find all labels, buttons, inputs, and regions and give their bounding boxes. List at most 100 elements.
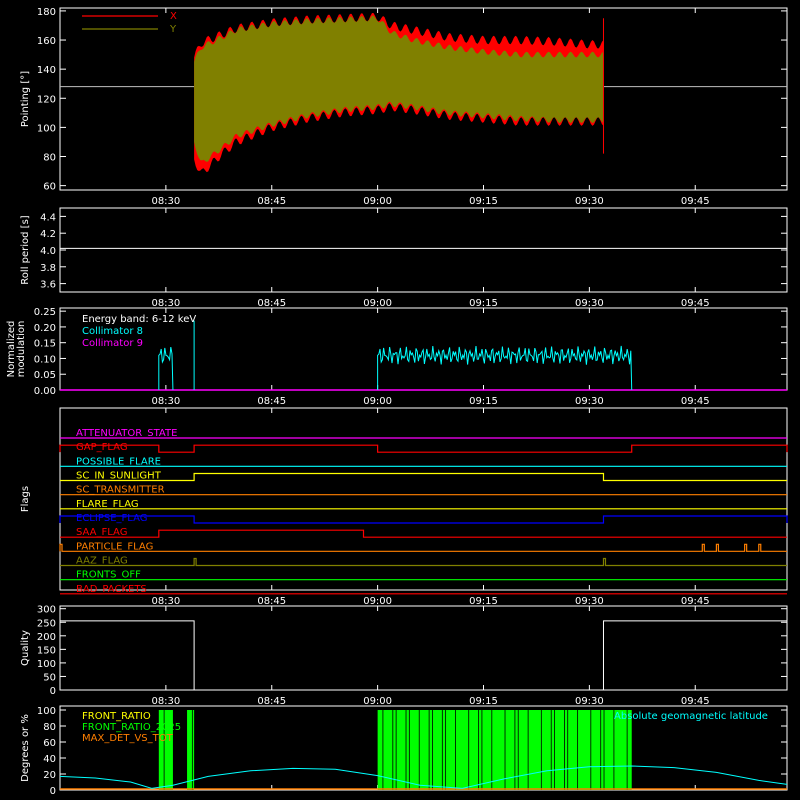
panel-1-ytick-label: 3.6 [40,280,56,291]
flag-line-sc-in-sunlight [60,472,787,482]
flag-line-gap-flag [59,444,788,453]
panel-3-xtick-label: 09:30 [575,596,604,607]
panel-0-xtick-label: 09:30 [575,196,604,207]
panel-2-xtick-label: 09:45 [681,396,710,407]
panel-0-xtick-label: 09:00 [363,196,392,207]
flag-line-saa-flag [60,529,787,538]
legend-label-x: X [170,11,177,22]
panel-2-ytick-label: 0.00 [34,386,56,397]
panel-1-xtick-label: 09:00 [363,298,392,309]
panel-4-xtick-label: 09:15 [469,696,498,707]
panel-2-ytick-label: 0.05 [34,370,56,381]
legend-label-collimator-9: Collimator 9 [82,338,143,349]
legend-label-max-det-vs-tot: MAX_DET_VS_TOT [82,733,174,744]
panel-5-ytick-label: 0 [50,786,56,797]
multi-panel-figure: 08:30 08:45 09:00 09:15 09:30 09:45 60 80 100 120… [6,7,788,797]
panel-4-xtick-label: 09:45 [681,696,710,707]
panel-0-xtick-label: 09:15 [469,196,498,207]
panel-4-xtick-label: 08:30 [151,696,180,707]
front-ratio-band [187,710,195,790]
panel-2-ytick-label: 0.10 [34,354,56,365]
panel-4-ytick-label: 300 [37,605,56,616]
panel-4-ytick-label: 100 [37,659,56,670]
panel-4-ytick-label: 0 [50,686,56,697]
panel-5-ytick-label: 40 [43,754,56,765]
panel-2-ytick-label: 0.25 [34,307,56,318]
panel-0-ytick-label: 140 [37,65,56,76]
panel-0-xtick-label: 09:45 [681,196,710,207]
panel-2-ytick-label: 0.20 [34,323,56,334]
flag-label-possible-flare: POSSIBLE_FLARE [76,456,161,467]
flag-label-gap-flag: GAP_FLAG [76,442,128,453]
panel-3-xtick-label: 08:30 [151,596,180,607]
pointing-band-y [194,15,604,162]
panel-1-ytick-label: 3.8 [40,263,56,274]
flag-line-particle-flag [59,543,787,552]
panel-1-ytick-label: 4.4 [40,212,56,223]
panel-2-xtick-label: 09:00 [363,396,392,407]
panel-2-ytick-label: 0.15 [34,339,56,350]
flag-label-fronts-off: FRONTS_OFF [76,570,141,581]
panel-2-xtick-label: 09:15 [469,396,498,407]
geomagnetic-latitude-label: Absolute geomagnetic latitude [614,711,768,722]
panel-0-ytick-label: 100 [37,123,56,134]
panel-2-xtick-label: 08:45 [257,396,286,407]
panel-5-ytick-label: 80 [43,722,56,733]
panel-2-ylabel: modulation [16,321,27,378]
panel-4-xtick-label: 09:00 [363,696,392,707]
panel-5-ytick-label: 20 [43,770,56,781]
panel-1-xtick-label: 09:15 [469,298,498,309]
flag-label-sc-transmitter: SC_TRANSMITTER [76,485,165,496]
panel-1-xtick-label: 09:30 [575,298,604,309]
flag-label-particle-flag: PARTICLE_FLAG [76,541,153,552]
legend-label-front-ratio: FRONT_RATIO [82,711,151,722]
flag-label-saa-flag: SAA_FLAG [76,527,127,538]
panel-2-xtick-label: 08:30 [151,396,180,407]
panel-1-frame [59,207,788,293]
panel-4-ytick-label: 200 [37,632,56,643]
panel-4-ytick-label: 150 [37,645,56,656]
legend-label-collimator-8: Collimator 8 [82,326,143,337]
panel-4-ylabel: Quality [20,630,31,666]
panel-0-ytick-label: 60 [43,182,56,193]
panel-3-ylabel: Flags [20,486,31,512]
legend-label-front-ratio-2025: FRONT_RATIO_2025 [82,722,181,733]
panel-5-ylabel: Degrees or % [20,714,31,782]
panel-1-ylabel: Roll period [s] [20,215,31,284]
panel-2-xtick-label: 09:30 [575,396,604,407]
quality-line [60,620,787,691]
panel-0-ytick-label: 80 [43,153,56,164]
collimator-8-segment [377,345,633,391]
panel-4-ytick-label: 250 [37,618,56,629]
panel-1-ytick-label: 4.0 [40,246,56,257]
panel-3-xtick-label: 09:00 [363,596,392,607]
panel-0-ytick-label: 120 [37,94,56,105]
panel-5-ytick-label: 100 [37,706,56,717]
panel-3-xtick-label: 09:45 [681,596,710,607]
panel-4-xtick-label: 08:45 [257,696,286,707]
panel-1-xtick-label: 08:30 [151,298,180,309]
flag-label-sc-in-sunlight: SC_IN_SUNLIGHT [76,471,162,482]
flag-label-eclipse-flag: ECLIPSE_FLAG [76,513,147,524]
panel-0-ytick-label: 160 [37,36,56,47]
flag-label-bad-packets: BAD_PACKETS [76,584,147,595]
panel-3-xtick-label: 09:15 [469,596,498,607]
flag-line-eclipse-flag [59,515,788,524]
flag-label-attenuator-state: ATTENUATOR_STATE [76,428,177,439]
panel-1-xtick-label: 08:45 [257,298,286,309]
panel-3-xtick-label: 08:45 [257,596,286,607]
panel-0-xtick-label: 08:45 [257,196,286,207]
flag-label-aaz-flag: AAZ_FLAG [76,556,128,567]
panel-0-ytick-label: 180 [37,7,56,18]
panel-0-ylabel: Pointing [°] [20,71,31,127]
panel-5-ytick-label: 60 [43,738,56,749]
collimator-8-segment [158,347,174,391]
legend-label-y: Y [169,24,177,35]
panel-0-xtick-label: 08:30 [151,196,180,207]
flag-line-aaz-flag [60,557,787,567]
panel-1-ytick-label: 4.2 [40,229,56,240]
energy-band-label: Energy band: 6-12 keV [82,314,196,325]
flag-label-flare-flag: FLARE_FLAG [76,499,139,510]
panel-1-xtick-label: 09:45 [681,298,710,309]
panel-4-frame [59,605,788,691]
